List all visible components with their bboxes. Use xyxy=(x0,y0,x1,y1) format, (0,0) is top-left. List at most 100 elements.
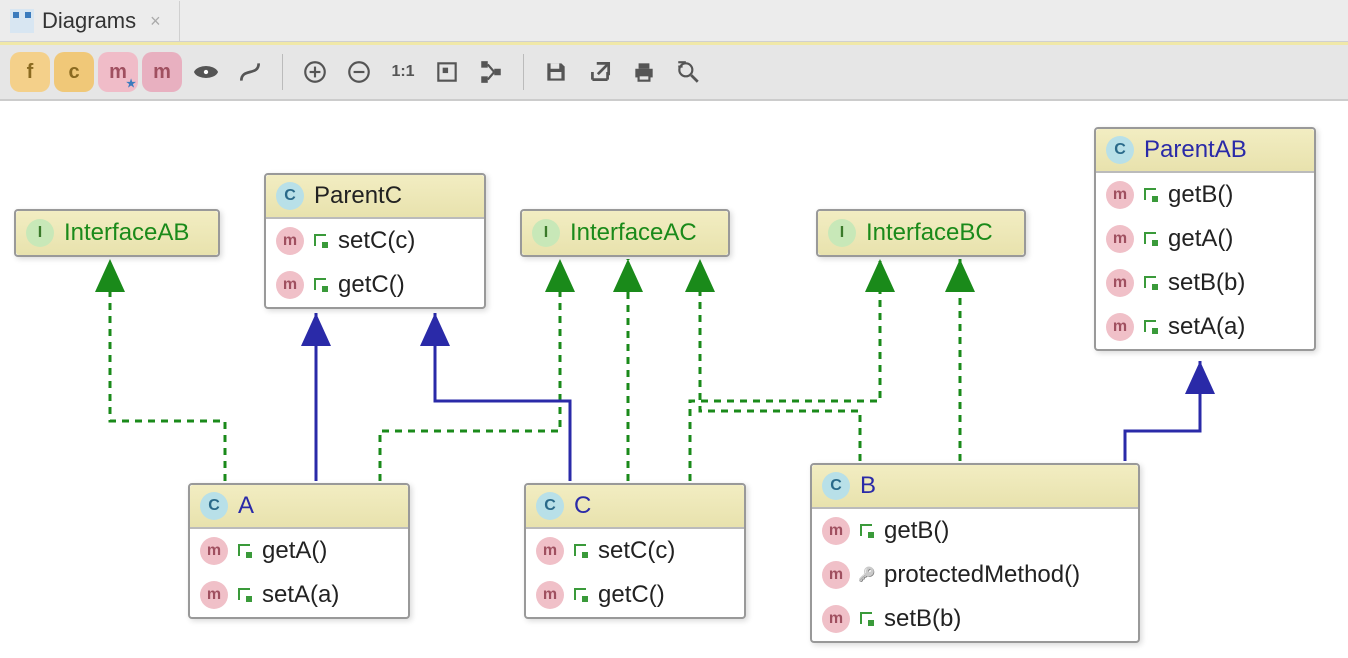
method-row: mgetB() xyxy=(1096,173,1314,217)
toolbar-separator xyxy=(523,54,524,90)
toolbar-constructors-button[interactable]: c xyxy=(54,52,94,92)
node-header: C ParentAB xyxy=(1096,129,1314,173)
node-InterfaceAC[interactable]: I InterfaceAC xyxy=(520,209,730,257)
method-row: mgetA() xyxy=(190,529,408,573)
find-icon xyxy=(675,59,701,85)
method-row: msetC(c) xyxy=(526,529,744,573)
toolbar-layout-button[interactable] xyxy=(471,52,511,92)
class-icon: C xyxy=(822,472,850,500)
diagram-icon xyxy=(10,9,34,33)
public-icon xyxy=(238,544,252,558)
tab-bar: Diagrams × xyxy=(0,0,1348,42)
public-icon xyxy=(314,278,328,292)
method-icon: m xyxy=(276,271,304,299)
node-InterfaceAB[interactable]: I InterfaceAB xyxy=(14,209,220,257)
method-icon: m xyxy=(822,517,850,545)
toolbar-methods2-button[interactable]: m xyxy=(142,52,182,92)
layout-icon xyxy=(478,59,504,85)
method-row: msetC(c) xyxy=(266,219,484,263)
tab-title: Diagrams xyxy=(42,8,136,34)
method-row: mgetC() xyxy=(526,573,744,617)
method-row: msetB(b) xyxy=(1096,261,1314,305)
public-icon xyxy=(1144,188,1158,202)
node-title: ParentAB xyxy=(1144,136,1247,164)
node-ParentAB[interactable]: C ParentAB mgetB() mgetA() msetB(b) mset… xyxy=(1094,127,1316,351)
toolbar-zoom-out-button[interactable] xyxy=(339,52,379,92)
method-row: mgetC() xyxy=(266,263,484,307)
node-InterfaceBC[interactable]: I InterfaceBC xyxy=(816,209,1026,257)
node-C[interactable]: C C msetC(c) mgetC() xyxy=(524,483,746,619)
toolbar-find-button[interactable] xyxy=(668,52,708,92)
toolbar-save-button[interactable] xyxy=(536,52,576,92)
toolbar-fit-button[interactable] xyxy=(427,52,467,92)
node-header: I InterfaceBC xyxy=(818,211,1024,255)
diagram-canvas[interactable]: I InterfaceAB C ParentC msetC(c) mgetC()… xyxy=(0,101,1348,658)
method-row: mgetA() xyxy=(1096,217,1314,261)
curve-icon xyxy=(237,59,263,85)
node-title: InterfaceBC xyxy=(866,219,993,247)
node-title: B xyxy=(860,472,876,500)
toolbar-fields-button[interactable]: f xyxy=(10,52,50,92)
method-icon: m xyxy=(536,581,564,609)
one-to-one-icon: 1:1 xyxy=(391,63,414,81)
node-header: C B xyxy=(812,465,1138,509)
public-icon xyxy=(574,544,588,558)
eye-icon xyxy=(193,59,219,85)
edge-B-InterfaceAB xyxy=(700,259,860,461)
toolbar-zoom-in-button[interactable] xyxy=(295,52,335,92)
node-B[interactable]: C B mgetB() mprotectedMethod() msetB(b) xyxy=(810,463,1140,643)
method-icon: m xyxy=(276,227,304,255)
zoom-in-icon xyxy=(302,59,328,85)
close-icon[interactable]: × xyxy=(150,11,161,32)
node-title: A xyxy=(238,492,254,520)
tab-diagrams[interactable]: Diagrams × xyxy=(0,1,180,41)
print-icon xyxy=(631,59,657,85)
node-A[interactable]: C A mgetA() msetA(a) xyxy=(188,483,410,619)
public-icon xyxy=(1144,320,1158,334)
edge-A-InterfaceAB xyxy=(110,259,225,481)
public-icon xyxy=(238,588,252,602)
public-icon xyxy=(574,588,588,602)
public-icon xyxy=(860,524,874,538)
toolbar-print-button[interactable] xyxy=(624,52,664,92)
method-icon: m xyxy=(200,581,228,609)
toolbar: f c m★ m 1:1 xyxy=(0,45,1348,101)
method-icon: m xyxy=(1106,313,1134,341)
method-row: msetB(b) xyxy=(812,597,1138,641)
method-row: msetA(a) xyxy=(1096,305,1314,349)
class-icon: C xyxy=(200,492,228,520)
method-icon: m xyxy=(822,605,850,633)
toolbar-export-button[interactable] xyxy=(580,52,620,92)
interface-icon: I xyxy=(26,219,54,247)
protected-icon xyxy=(860,568,874,582)
save-icon xyxy=(543,59,569,85)
export-icon xyxy=(587,59,613,85)
node-title: C xyxy=(574,492,591,520)
toolbar-visibility-button[interactable] xyxy=(186,52,226,92)
node-header: C A xyxy=(190,485,408,529)
class-icon: C xyxy=(536,492,564,520)
public-icon xyxy=(1144,276,1158,290)
method-icon: m xyxy=(1106,181,1134,209)
toolbar-edge-style-button[interactable] xyxy=(230,52,270,92)
node-title: ParentC xyxy=(314,182,402,210)
fit-icon xyxy=(434,59,460,85)
edge-C-ParentC xyxy=(435,313,570,481)
toolbar-methods-button[interactable]: m★ xyxy=(98,52,138,92)
class-icon: C xyxy=(276,182,304,210)
toolbar-actual-size-button[interactable]: 1:1 xyxy=(383,52,423,92)
node-header: C ParentC xyxy=(266,175,484,219)
node-header: I InterfaceAC xyxy=(522,211,728,255)
public-icon xyxy=(860,612,874,626)
node-ParentC[interactable]: C ParentC msetC(c) mgetC() xyxy=(264,173,486,309)
node-header: C C xyxy=(526,485,744,529)
node-header: I InterfaceAB xyxy=(16,211,218,255)
method-icon: m xyxy=(822,561,850,589)
method-row: mgetB() xyxy=(812,509,1138,553)
public-icon xyxy=(314,234,328,248)
method-row: msetA(a) xyxy=(190,573,408,617)
method-icon: m xyxy=(1106,225,1134,253)
star-icon: ★ xyxy=(126,77,136,90)
edge-B-ParentAB xyxy=(1125,361,1200,461)
public-icon xyxy=(1144,232,1158,246)
